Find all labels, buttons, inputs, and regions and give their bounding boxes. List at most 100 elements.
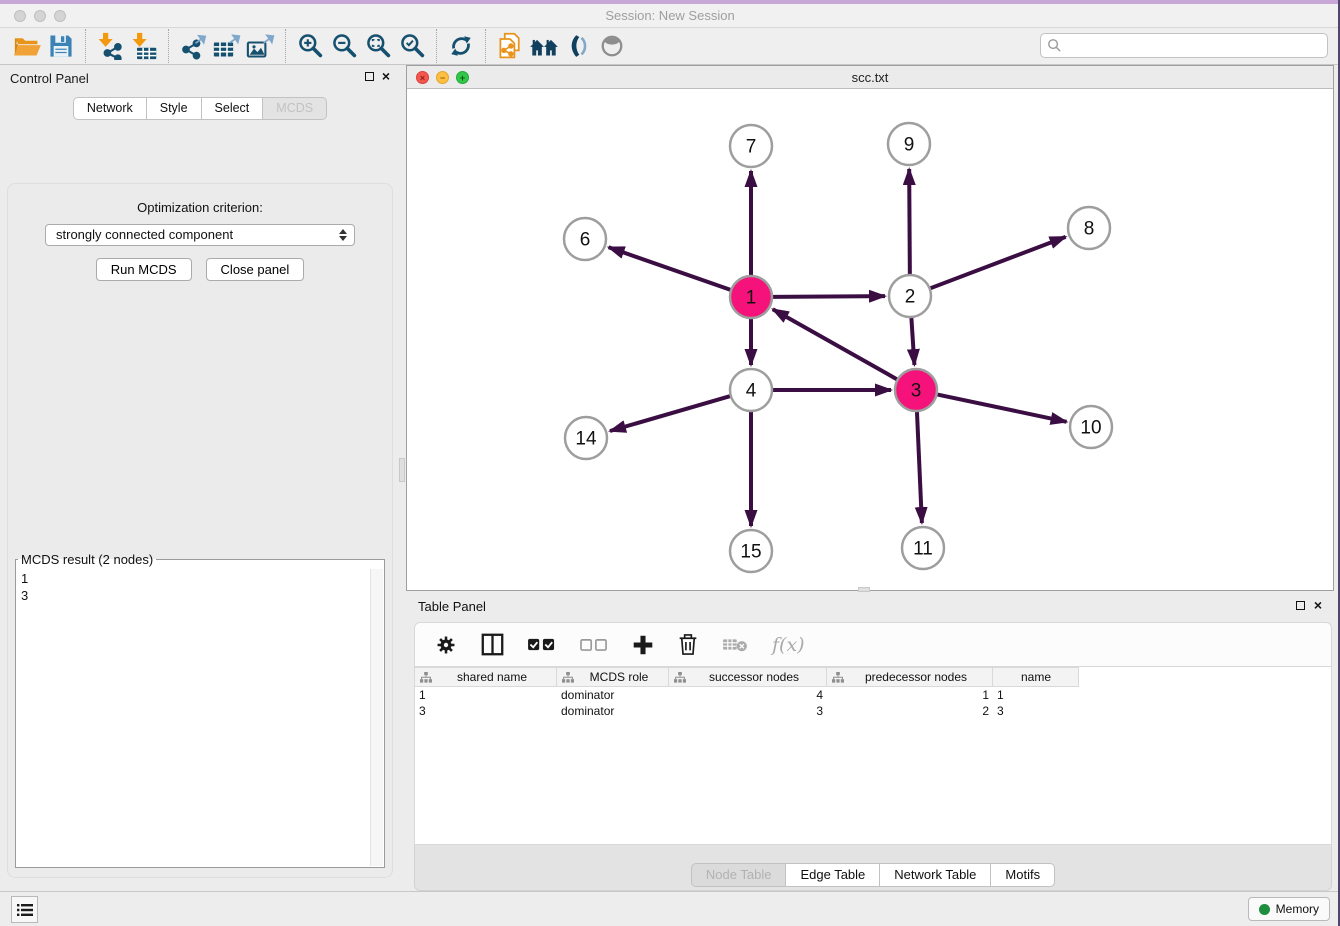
app-title: Session: New Session <box>0 8 1340 23</box>
export-image-icon[interactable] <box>244 30 278 62</box>
maximize-network-icon[interactable]: + <box>456 71 469 84</box>
close-panel-button[interactable]: Close panel <box>206 258 305 281</box>
close-network-icon[interactable]: × <box>416 71 429 84</box>
open-session-icon[interactable] <box>10 30 44 62</box>
tab-style[interactable]: Style <box>147 97 202 120</box>
refresh-layout-icon[interactable] <box>444 30 478 62</box>
close-table-panel-icon[interactable]: × <box>1314 600 1322 610</box>
optimization-criterion-label: Optimization criterion: <box>8 200 392 215</box>
graph-node-label: 7 <box>746 137 757 158</box>
clone-network-icon[interactable] <box>493 30 527 62</box>
mcds-result-title: MCDS result (2 nodes) <box>18 552 156 567</box>
search-box[interactable] <box>1040 33 1328 58</box>
tab-edge-table[interactable]: Edge Table <box>786 863 880 887</box>
column-header-mcds-role[interactable]: MCDS role <box>557 668 669 686</box>
close-panel-icon[interactable]: × <box>382 71 390 81</box>
graph-edge-1-6[interactable] <box>609 247 731 289</box>
toolbar-separator <box>485 29 486 63</box>
settings-gear-icon[interactable] <box>435 632 457 658</box>
minimize-network-icon[interactable]: − <box>436 71 449 84</box>
tab-node-table[interactable]: Node Table <box>691 863 787 887</box>
network-window: × − + scc.txt 1234678910111415 <box>406 65 1334 591</box>
tab-network[interactable]: Network <box>73 97 147 120</box>
mcds-result-text[interactable]: 1 3 <box>17 569 383 866</box>
search-input[interactable] <box>1062 36 1327 56</box>
mcds-result-box: MCDS result (2 nodes) 1 3 <box>15 552 385 868</box>
network-canvas[interactable]: 1234678910111415 <box>407 89 1333 590</box>
result-scrollbar[interactable] <box>370 569 383 866</box>
graph-edge-3-11[interactable] <box>917 412 922 523</box>
column-type-icon <box>420 672 432 683</box>
graph-node-label: 4 <box>746 381 757 402</box>
function-builder-icon[interactable]: f(x) <box>772 632 805 658</box>
horizontal-splitter-handle[interactable] <box>858 587 870 592</box>
table-panel: Table Panel × f(x) <box>406 593 1340 891</box>
node-table[interactable]: shared name MCDS role successor nodes pr… <box>414 667 1332 845</box>
unselect-all-columns-icon[interactable] <box>580 632 608 658</box>
optimization-select[interactable]: strongly connected component <box>45 224 355 246</box>
graph-edge-2-9[interactable] <box>909 169 910 274</box>
tab-motifs[interactable]: Motifs <box>991 863 1055 887</box>
select-chevrons-icon <box>339 229 347 241</box>
graph-node-label: 6 <box>580 230 591 251</box>
float-panel-icon[interactable] <box>365 72 374 81</box>
export-network-icon[interactable] <box>176 30 210 62</box>
eye-icon[interactable] <box>595 30 629 62</box>
network-window-titlebar[interactable]: × − + scc.txt <box>407 66 1333 89</box>
toolbar-separator <box>285 29 286 63</box>
graph-node-label: 15 <box>740 542 761 563</box>
tab-network-table[interactable]: Network Table <box>880 863 991 887</box>
memory-status-icon <box>1259 904 1270 915</box>
zoom-fit-icon[interactable] <box>361 30 395 62</box>
network-graph[interactable]: 1234678910111415 <box>407 89 1333 590</box>
graph-edge-4-14[interactable] <box>610 396 730 431</box>
column-header-name[interactable]: name <box>993 668 1079 686</box>
import-network-icon[interactable] <box>93 30 127 62</box>
cell-predecessor-nodes: 2 <box>827 704 993 718</box>
zoom-out-icon[interactable] <box>327 30 361 62</box>
graph-node-label: 9 <box>904 135 915 156</box>
cell-name: 1 <box>993 688 1079 702</box>
network-window-title: scc.txt <box>407 66 1333 85</box>
import-table-icon[interactable] <box>127 30 161 62</box>
optimization-select-value: strongly connected component <box>56 227 233 242</box>
select-all-columns-icon[interactable] <box>528 632 556 658</box>
run-mcds-button[interactable]: Run MCDS <box>96 258 192 281</box>
cell-successor-nodes: 3 <box>669 704 827 718</box>
zoom-in-icon[interactable] <box>293 30 327 62</box>
task-history-button[interactable] <box>11 896 38 923</box>
cell-shared-name: 1 <box>415 688 557 702</box>
network-overview-icon[interactable] <box>527 30 561 62</box>
cell-predecessor-nodes: 1 <box>827 688 993 702</box>
delete-columns-icon[interactable] <box>678 632 698 658</box>
graph-node-label: 1 <box>746 288 757 309</box>
tab-select[interactable]: Select <box>202 97 264 120</box>
save-session-icon[interactable] <box>44 30 78 62</box>
vertical-splitter-handle[interactable] <box>399 458 405 482</box>
graph-edge-3-10[interactable] <box>938 395 1067 422</box>
table-header-row: shared name MCDS role successor nodes pr… <box>415 667 1079 687</box>
column-header-predecessor-nodes[interactable]: predecessor nodes <box>827 668 993 686</box>
graph-node-label: 2 <box>905 287 916 308</box>
add-column-icon[interactable] <box>632 632 654 658</box>
table-row[interactable]: 3 dominator 3 2 3 <box>415 703 1079 719</box>
list-icon <box>17 903 33 917</box>
memory-button[interactable]: Memory <box>1248 897 1330 921</box>
graph-edge-2-3[interactable] <box>911 318 914 365</box>
zoom-selected-icon[interactable] <box>395 30 429 62</box>
column-header-successor-nodes[interactable]: successor nodes <box>669 668 827 686</box>
column-header-shared-name[interactable]: shared name <box>415 668 557 686</box>
graph-edge-2-8[interactable] <box>931 237 1066 288</box>
graph-edge-3-1[interactable] <box>773 309 897 379</box>
table-row[interactable]: 1 dominator 4 1 1 <box>415 687 1079 703</box>
export-table-icon[interactable] <box>210 30 244 62</box>
memory-label: Memory <box>1276 902 1319 916</box>
tab-mcds[interactable]: MCDS <box>263 97 327 120</box>
graph-edge-1-2[interactable] <box>773 296 885 297</box>
column-type-icon <box>674 672 686 683</box>
cell-shared-name: 3 <box>415 704 557 718</box>
float-table-panel-icon[interactable] <box>1296 601 1305 610</box>
style-brush-icon[interactable] <box>561 30 595 62</box>
show-columns-icon[interactable] <box>481 632 504 658</box>
delete-table-icon[interactable] <box>722 632 748 658</box>
